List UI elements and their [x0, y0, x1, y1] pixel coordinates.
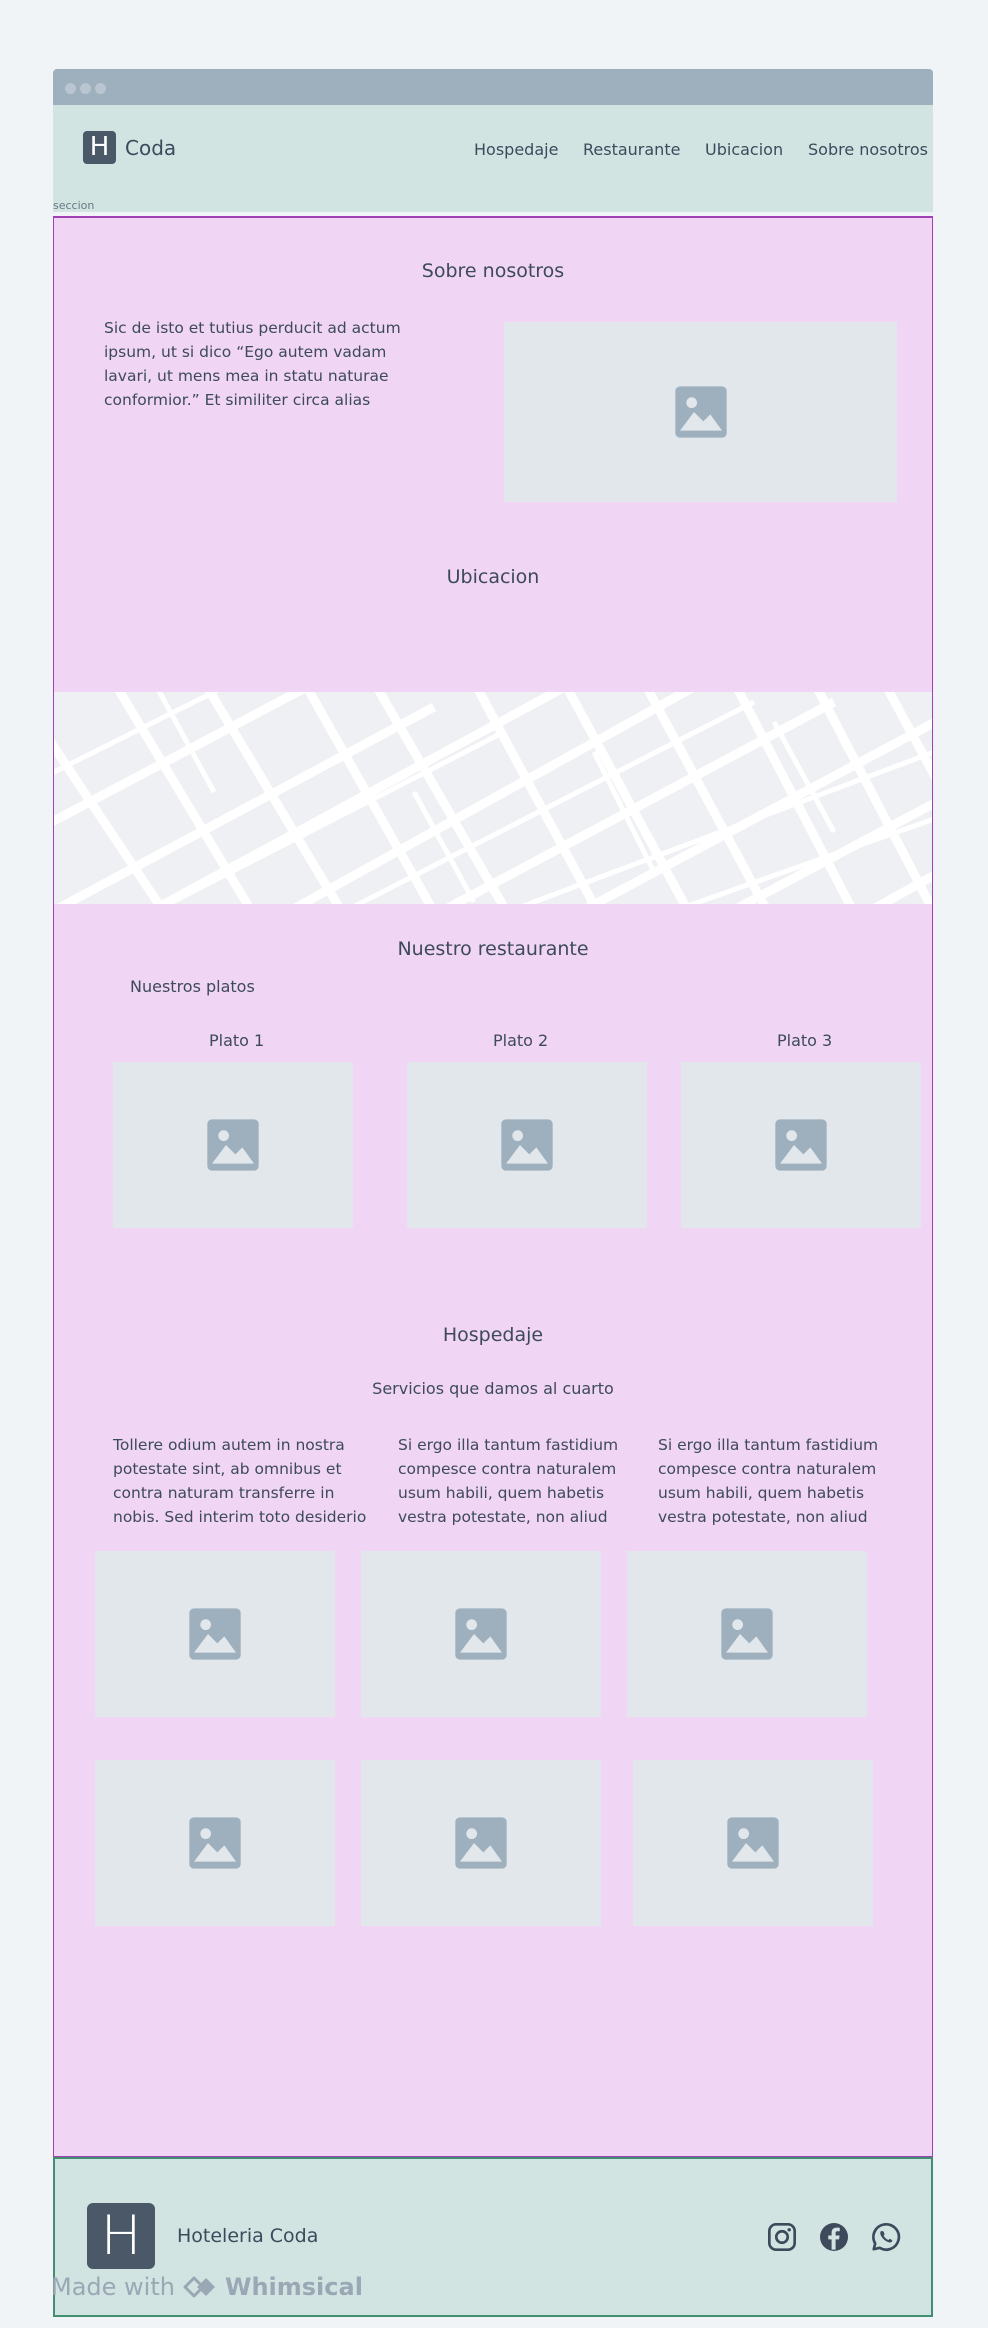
watermark-prefix: Made with: [51, 2273, 175, 2301]
image-placeholder-icon: [455, 1608, 507, 1660]
room-image: [95, 1760, 335, 1926]
main-section: Sobre nosotros Sic de isto et tutius per…: [53, 216, 933, 2157]
about-image: [504, 322, 897, 502]
nav-item-ubicacion[interactable]: Ubicacion: [705, 140, 783, 159]
image-placeholder-icon: [775, 1119, 827, 1171]
whatsapp-icon[interactable]: [870, 2221, 902, 2253]
brand-name[interactable]: Coda: [125, 136, 176, 160]
lodging-text: Si ergo illa tantum fastidium compesce c…: [398, 1436, 619, 1526]
nav-item-sobre-nosotros[interactable]: Sobre nosotros: [808, 140, 928, 159]
watermark[interactable]: Made with Whimsical: [51, 2273, 363, 2301]
instagram-icon[interactable]: [766, 2221, 798, 2253]
location-title: Ubicacion: [446, 566, 540, 588]
dish-image: [407, 1062, 647, 1228]
image-placeholder-icon: [721, 1608, 773, 1660]
nav-item-hospedaje[interactable]: Hospedaje: [474, 140, 558, 159]
dish-image: [113, 1062, 353, 1228]
room-image: [627, 1551, 867, 1717]
lodging-text: Si ergo illa tantum fastidium compesce c…: [658, 1436, 879, 1526]
image-placeholder-icon: [674, 386, 727, 438]
image-placeholder-icon: [501, 1119, 553, 1171]
lodging-title: Hospedaje: [442, 1324, 544, 1346]
whimsical-logo-icon: [183, 2276, 215, 2298]
restaurant-title: Nuestro restaurante: [397, 938, 589, 960]
watermark-brand: Whimsical: [224, 2273, 363, 2301]
logo-icon[interactable]: H: [83, 131, 116, 164]
map-streets: [54, 692, 932, 904]
site-header: H Coda Hospedaje Restaurante Ubicacion S…: [53, 105, 933, 212]
location-map[interactable]: [54, 692, 932, 904]
image-placeholder-icon: [189, 1817, 241, 1869]
about-text: Sic de isto et tutius perducit ad actum …: [104, 319, 401, 409]
footer-logo-icon[interactable]: H: [87, 2203, 155, 2269]
browser-titlebar: [53, 69, 933, 105]
section-label: seccion: [53, 199, 95, 212]
dish-image: [681, 1062, 921, 1228]
wireframe-frame: H Coda Hospedaje Restaurante Ubicacion S…: [53, 69, 933, 2317]
nav-item-restaurante[interactable]: Restaurante: [583, 140, 680, 159]
lodging-subtitle: Servicios que damos al cuarto: [372, 1379, 614, 1398]
footer-title: Hoteleria Coda: [177, 2225, 319, 2247]
image-placeholder-icon: [189, 1608, 241, 1660]
dish-label: Plato 3: [777, 1031, 833, 1050]
window-dot: [65, 83, 76, 94]
image-placeholder-icon: [207, 1119, 259, 1171]
room-image: [633, 1760, 873, 1926]
about-title: Sobre nosotros: [421, 260, 565, 282]
window-dot: [80, 83, 91, 94]
room-image: [361, 1551, 601, 1717]
facebook-icon[interactable]: [818, 2221, 850, 2253]
room-image: [95, 1551, 335, 1717]
restaurant-subtitle: Nuestros platos: [130, 977, 255, 996]
image-placeholder-icon: [455, 1817, 507, 1869]
dish-label: Plato 2: [493, 1031, 549, 1050]
room-image: [361, 1760, 601, 1926]
window-dot: [95, 83, 106, 94]
lodging-text: Tollere odium autem in nostra potestate …: [113, 1436, 367, 1526]
image-placeholder-icon: [727, 1817, 779, 1869]
dish-label: Plato 1: [209, 1031, 265, 1050]
